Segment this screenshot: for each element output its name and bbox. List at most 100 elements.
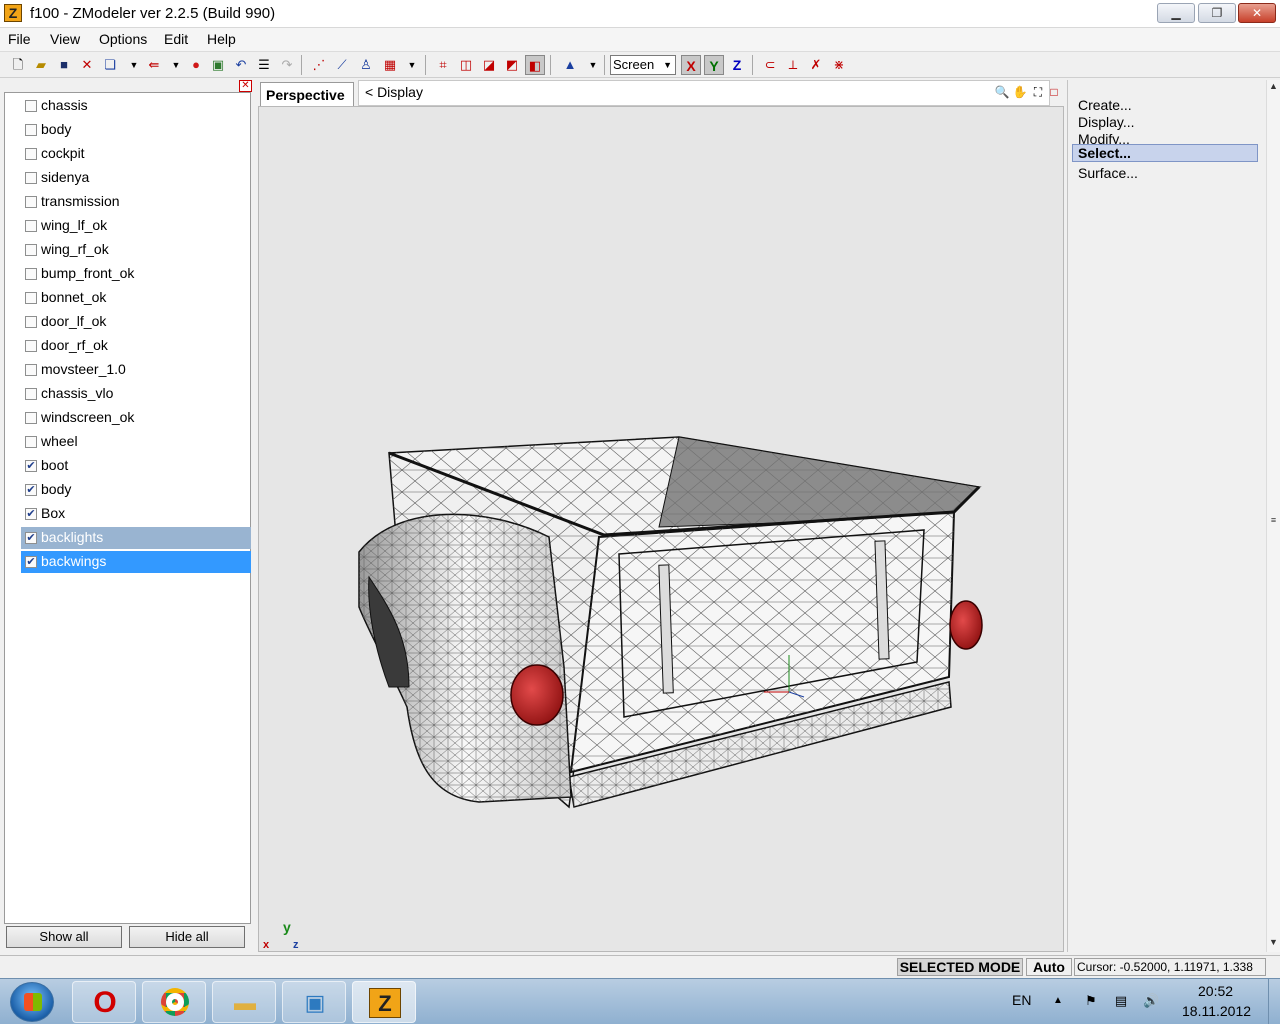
redo-icon[interactable]: ↷	[277, 55, 297, 75]
visibility-checkbox[interactable]: ✔	[25, 556, 37, 568]
select-vertex-icon[interactable]: ⋰	[309, 55, 329, 75]
open-folder-icon[interactable]: ▰	[31, 55, 51, 75]
list-item[interactable]: movsteer_1.0	[21, 359, 251, 381]
selected-mode-icon[interactable]: ◧	[525, 55, 545, 75]
coordinate-space-select[interactable]: Screen ▼	[610, 55, 676, 75]
scroll-down-icon[interactable]: ▼	[1267, 936, 1280, 949]
show-hidden-icons-icon[interactable]: ▲	[1050, 993, 1066, 1009]
list-item[interactable]: sidenya	[21, 167, 251, 189]
visibility-checkbox[interactable]: ✔	[25, 484, 37, 496]
list-item[interactable]: bump_front_ok	[21, 263, 251, 285]
list-item-selected[interactable]: ✔ backwings	[21, 551, 251, 573]
list-item[interactable]: bonnet_ok	[21, 287, 251, 309]
face-mode-icon[interactable]: ◪	[479, 55, 499, 75]
minimize-button[interactable]: ▁	[1157, 3, 1195, 23]
pivot-icon[interactable]: ▲	[560, 55, 580, 75]
material-icon[interactable]: ▣	[208, 55, 228, 75]
start-button[interactable]	[10, 982, 54, 1022]
axis-lock-yz-icon[interactable]: ✗	[806, 55, 826, 75]
list-item[interactable]: wheel	[21, 431, 251, 453]
explorer-taskbar-button[interactable]: ▬	[212, 981, 276, 1023]
visibility-checkbox[interactable]	[25, 316, 37, 328]
command-modify[interactable]: Modify...	[1078, 131, 1130, 145]
visibility-checkbox[interactable]	[25, 196, 37, 208]
viewport-perspective[interactable]: y x z	[258, 106, 1064, 952]
select-edge-icon[interactable]: ⟋	[332, 55, 352, 75]
notes-icon[interactable]: ☰	[254, 55, 274, 75]
visibility-checkbox[interactable]	[25, 436, 37, 448]
action-center-flag-icon[interactable]: ⚑	[1083, 993, 1099, 1009]
list-item-selected[interactable]: ✔ backlights	[21, 527, 251, 549]
delete-icon[interactable]: ✕	[77, 55, 97, 75]
visibility-checkbox[interactable]: ✔	[25, 460, 37, 472]
list-item[interactable]: chassis_vlo	[21, 383, 251, 405]
menu-help[interactable]: Help	[207, 31, 236, 47]
command-select[interactable]: Select...	[1072, 144, 1258, 162]
command-panel-scrollbar[interactable]: ▲ ≡ ▼	[1266, 80, 1280, 952]
save-icon[interactable]: ■	[54, 55, 74, 75]
dropdown-arrow-icon[interactable]: ▼	[583, 55, 603, 75]
new-file-icon[interactable]: 🗋	[8, 55, 28, 75]
maximize-button[interactable]: ❐	[1198, 3, 1236, 23]
show-desktop-button[interactable]	[1268, 979, 1280, 1024]
dropdown-arrow-icon[interactable]: ▼	[402, 55, 422, 75]
list-item[interactable]: door_lf_ok	[21, 311, 251, 333]
maximize-viewport-icon[interactable]: □	[1046, 84, 1062, 100]
opera-taskbar-button[interactable]: O	[72, 981, 136, 1023]
menu-file[interactable]: File	[8, 31, 31, 47]
list-item[interactable]: ✔ Box	[21, 503, 251, 525]
zmodeler-app-icon[interactable]: Z	[4, 4, 22, 22]
close-panel-icon[interactable]: ✕	[239, 80, 252, 92]
list-item[interactable]: door_rf_ok	[21, 335, 251, 357]
list-item[interactable]: chassis	[21, 95, 251, 117]
object-mode-icon[interactable]: ◩	[502, 55, 522, 75]
select-object-icon[interactable]: ▦	[380, 55, 400, 75]
edge-mode-icon[interactable]: ◫	[456, 55, 476, 75]
list-item[interactable]: ✔ boot	[21, 455, 251, 477]
scroll-grip-icon[interactable]: ≡	[1267, 514, 1280, 527]
command-surface[interactable]: Surface...	[1078, 165, 1138, 181]
fit-view-icon[interactable]: ⛶	[1030, 84, 1046, 100]
dropdown-arrow-icon[interactable]: ▼	[166, 55, 186, 75]
volume-icon[interactable]: 🔊	[1143, 993, 1159, 1009]
pan-hand-icon[interactable]: ✋	[1012, 84, 1028, 100]
visibility-checkbox[interactable]	[25, 100, 37, 112]
chrome-taskbar-button[interactable]	[142, 981, 206, 1023]
visibility-checkbox[interactable]	[25, 244, 37, 256]
pose-icon[interactable]: ♙	[356, 55, 376, 75]
visibility-checkbox[interactable]	[25, 412, 37, 424]
photo-viewer-taskbar-button[interactable]: ▣	[282, 981, 346, 1023]
copy-icon[interactable]: ❏	[100, 55, 120, 75]
hide-all-button[interactable]: Hide all	[129, 926, 245, 948]
visibility-checkbox[interactable]	[25, 340, 37, 352]
axis-z-toggle[interactable]: Z	[727, 55, 747, 75]
import-icon[interactable]: ⇚	[144, 55, 164, 75]
list-item[interactable]: wing_lf_ok	[21, 215, 251, 237]
list-item[interactable]: cockpit	[21, 143, 251, 165]
zmodeler-taskbar-button[interactable]: Z	[352, 981, 416, 1023]
visibility-checkbox[interactable]	[25, 268, 37, 280]
vertex-mode-icon[interactable]: ⌗	[433, 55, 453, 75]
list-item[interactable]: transmission	[21, 191, 251, 213]
display-toggle[interactable]: < Display	[365, 84, 423, 100]
list-item[interactable]: body	[21, 119, 251, 141]
tab-perspective[interactable]: Perspective	[260, 82, 354, 106]
list-item[interactable]: windscreen_ok	[21, 407, 251, 429]
scroll-up-icon[interactable]: ▲	[1267, 80, 1280, 93]
menu-edit[interactable]: Edit	[164, 31, 188, 47]
visibility-checkbox[interactable]: ✔	[25, 532, 37, 544]
record-icon[interactable]: ●	[186, 55, 206, 75]
visibility-checkbox[interactable]	[25, 292, 37, 304]
axis-x-toggle[interactable]: X	[681, 55, 701, 75]
command-create[interactable]: Create...	[1078, 97, 1132, 113]
visibility-checkbox[interactable]	[25, 220, 37, 232]
undo-icon[interactable]: ↶	[231, 55, 251, 75]
close-button[interactable]: ✕	[1238, 3, 1276, 23]
command-display[interactable]: Display...	[1078, 114, 1135, 130]
magnet-icon[interactable]: ⊂	[760, 55, 780, 75]
visibility-checkbox[interactable]	[25, 148, 37, 160]
clock-time[interactable]: 20:52	[1198, 983, 1233, 999]
list-item[interactable]: ✔ body	[21, 479, 251, 501]
zoom-icon[interactable]: 🔍	[994, 84, 1010, 100]
visibility-checkbox[interactable]	[25, 124, 37, 136]
